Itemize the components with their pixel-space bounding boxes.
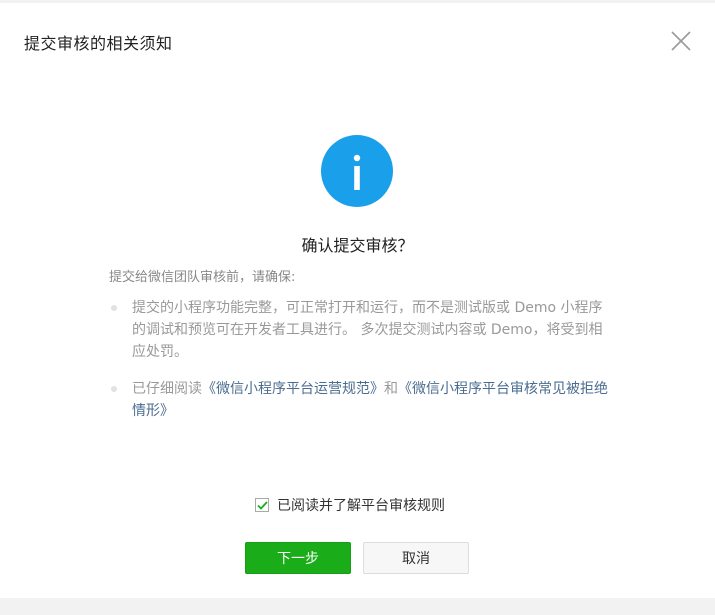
rule-text: 提交的小程序功能完整，可正常打开和运行，而不是测试版或 Demo 小程序的调试和… (132, 300, 603, 360)
cancel-button[interactable]: 取消 (363, 542, 469, 574)
next-step-button[interactable]: 下一步 (245, 542, 351, 574)
bullet-dot (111, 305, 117, 311)
info-icon (321, 135, 393, 207)
confirm-heading: 确认提交审核？ (301, 236, 414, 255)
submit-review-dialog: 提交审核的相关须知 确认提交审核？ 提交给微信团队审核前，请确保: 提交的小程序… (0, 3, 715, 598)
agree-rules-checkbox[interactable]: 已阅读并了解平台审核规则 (255, 495, 445, 515)
close-icon[interactable] (668, 28, 694, 54)
bullet-dot (111, 386, 117, 392)
intro-text: 提交给微信团队审核前，请确保: (109, 270, 296, 285)
agree-label: 已阅读并了解平台审核规则 (277, 498, 445, 514)
rule-item: 提交的小程序功能完整，可正常打开和运行，而不是测试版或 Demo 小程序的调试和… (109, 297, 609, 363)
rules-list: 提交的小程序功能完整，可正常打开和运行，而不是测试版或 Demo 小程序的调试和… (109, 297, 609, 422)
rule-item: 已仔细阅读《微信小程序平台运营规范》和《微信小程序平台审核常见被拒绝情形》 (109, 378, 609, 422)
checkbox-checked-icon[interactable] (255, 498, 269, 512)
rule-prefix: 已仔细阅读 (132, 381, 202, 397)
dialog-title: 提交审核的相关须知 (24, 34, 173, 53)
rule-conjunction: 和 (384, 381, 398, 397)
operation-rules-link[interactable]: 《微信小程序平台运营规范》 (202, 381, 384, 397)
